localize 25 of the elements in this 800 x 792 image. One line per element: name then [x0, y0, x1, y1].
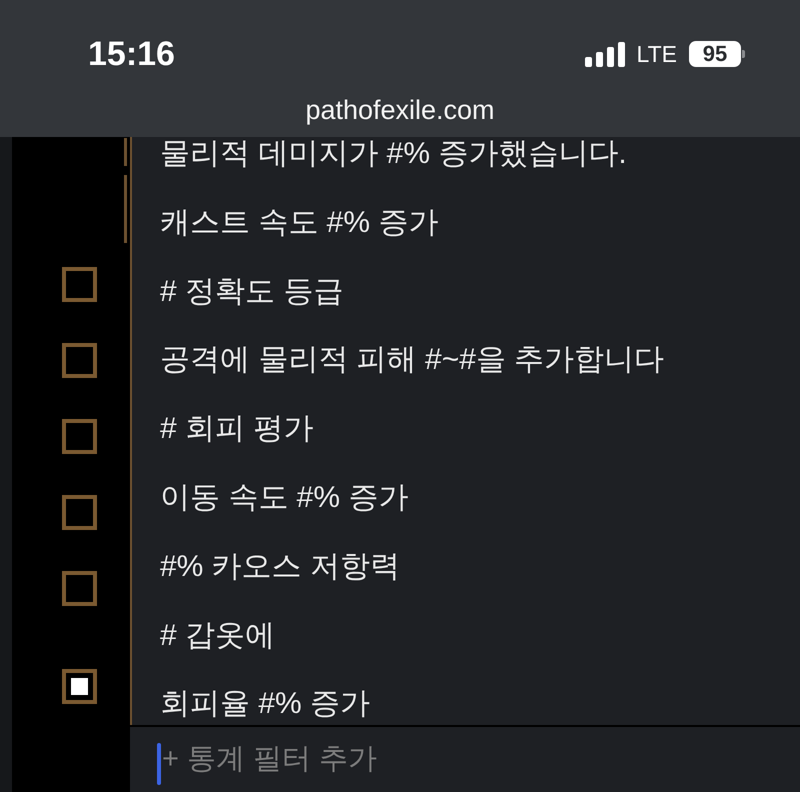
- scrollbar-thumb: [124, 138, 127, 166]
- stat-option[interactable]: #% 카오스 저항력: [132, 550, 800, 584]
- page-url[interactable]: pathofexile.com: [305, 95, 495, 125]
- battery-percentage: 95: [689, 41, 741, 67]
- checkbox[interactable]: [62, 571, 97, 606]
- stat-option[interactable]: 공격에 물리적 피해 #~#을 추가합니다: [132, 343, 800, 378]
- stat-option[interactable]: 캐스트 속도 #% 증가: [132, 206, 800, 240]
- stat-filter-input[interactable]: + 통계 필터 추가: [130, 725, 800, 792]
- stat-option[interactable]: 물리적 데미지가 #% 증가했습니다.: [132, 137, 800, 171]
- checkbox[interactable]: [62, 419, 97, 454]
- checkbox[interactable]: [62, 267, 97, 302]
- text-cursor-icon: [157, 743, 161, 785]
- stat-option[interactable]: # 정확도 등급: [132, 274, 800, 309]
- scrollbar-thumb: [124, 175, 127, 243]
- stat-option[interactable]: # 갑옷에: [132, 618, 800, 653]
- checkbox[interactable]: [62, 343, 97, 378]
- battery-tip-icon: [742, 50, 745, 58]
- network-type: LTE: [636, 41, 677, 67]
- stat-option[interactable]: 이동 속도 #% 증가: [132, 480, 800, 515]
- stat-option[interactable]: 회피율 #% 증가: [132, 687, 800, 722]
- clock-time: 15:16: [88, 34, 175, 74]
- stat-option[interactable]: # 회피 평가: [132, 412, 800, 446]
- checkbox[interactable]: [62, 669, 97, 704]
- checkbox[interactable]: [62, 495, 97, 530]
- signal-strength-icon: [584, 42, 625, 66]
